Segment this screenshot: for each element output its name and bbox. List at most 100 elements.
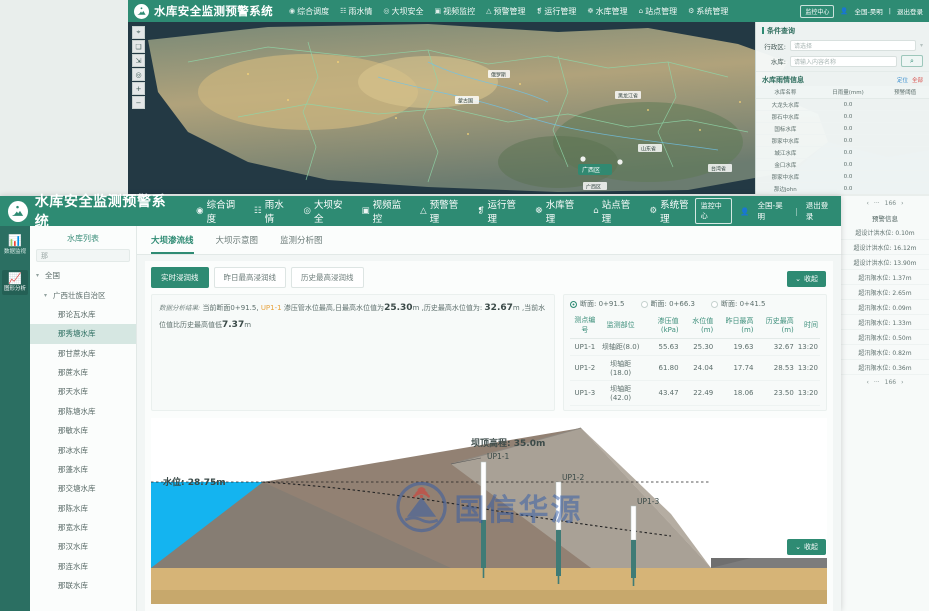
nav-item-zonghediaodu[interactable]: ◉ 综合调度 <box>196 197 241 225</box>
sidebar-item-data-monitor[interactable]: 📊 数据监视 <box>2 234 28 256</box>
bg-nav-item-7[interactable]: ⌂ 站点管理 <box>639 6 677 17</box>
table-row[interactable]: 那边john 0.0 <box>756 182 929 194</box>
list-item[interactable]: 超汛限水位: 0.36m <box>841 360 929 375</box>
dashboard-icon: ◉ <box>196 206 204 216</box>
section-radio-0[interactable]: 断面: 0+91.5 <box>570 299 625 309</box>
table-row[interactable]: UP1-3 坝轴距(42.0) 43.47 22.49 18.06 23.50 … <box>570 380 820 406</box>
pager-page[interactable]: 166 <box>885 200 896 207</box>
table-row[interactable]: UP1-2 坝轴距(18.0) 61.80 24.04 17.74 28.53 … <box>570 355 820 381</box>
mode-button-historical-max[interactable]: 历史最高浸润线 <box>291 267 364 288</box>
collapse-bottom-button[interactable]: ⌄ 收起 <box>787 539 826 555</box>
mode-button-yesterday-max[interactable]: 昨日最高浸润线 <box>213 267 286 288</box>
table-row[interactable]: 那家中水库 0.0 <box>756 170 929 183</box>
tree-node-reservoir[interactable]: 那交塘水库 <box>30 479 136 498</box>
chart-bar-icon: 📊 <box>8 234 22 247</box>
district-select[interactable]: 请选择 <box>790 40 916 51</box>
mode-button-realtime[interactable]: 实时浸润线 <box>151 267 209 288</box>
list-item[interactable]: 超汛限水位: 0.82m <box>841 345 929 360</box>
tree-node-reservoir[interactable]: 那陈水库 <box>30 499 136 518</box>
table-row[interactable]: 那石中水库 0.0 <box>756 110 929 123</box>
bg-nav-item-6[interactable]: ☸ 水库管理 <box>587 6 627 17</box>
list-item[interactable]: 超汛限水位: 2.65m <box>841 285 929 300</box>
list-item[interactable]: 超汛限水位: 0.50m <box>841 330 929 345</box>
alarm-pager-top[interactable]: ‹ ··· 166 › <box>841 196 929 210</box>
nav-label-8: 系统管理 <box>660 200 689 225</box>
tree-node-reservoir[interactable]: 那天水库 <box>30 382 136 401</box>
tree-node-reservoir[interactable]: 那论瓦水库 <box>30 305 136 324</box>
pager-next-icon[interactable]: › <box>901 379 903 386</box>
pager-prev-icon[interactable]: ‹ <box>867 200 869 207</box>
tree-node-reservoir-selected[interactable]: 那秀塘水库 <box>30 324 136 344</box>
table-row[interactable]: 金口水库 0.0 <box>756 158 929 171</box>
alarm-pager-bottom[interactable]: ‹ ··· 166 › <box>841 375 929 389</box>
tree-node-reservoir[interactable]: 那蓬水库 <box>30 460 136 479</box>
bg-nav-item-3[interactable]: ▣ 视频监控 <box>435 6 476 17</box>
bg-nav-item-8[interactable]: ⚙ 系统管理 <box>688 6 728 17</box>
pager-prev-icon[interactable]: ‹ <box>867 379 869 386</box>
tree-search-input[interactable]: 那 <box>36 249 130 262</box>
nav-item-shipinjiankong[interactable]: ▣ 视频监控 <box>362 197 408 225</box>
tab-dam-seepage-line[interactable]: 大坝渗流线 <box>151 234 194 254</box>
bg-nav-item-5[interactable]: ❡ 运行管理 <box>537 6 577 17</box>
map-toolbar[interactable]: ⌖ ❏ ⇲ ◎ + − <box>132 26 145 109</box>
monitor-center-button[interactable]: 监控中心 <box>694 198 733 224</box>
bg-monitor-center-button[interactable]: 监控中心 <box>800 4 835 18</box>
tree-node-reservoir[interactable]: 那敏水库 <box>30 421 136 440</box>
section-radio-2[interactable]: 断面: 0+41.5 <box>711 299 766 309</box>
reservoir-input[interactable]: 请输入内容名称 <box>790 55 897 67</box>
nav-item-yujingguanli[interactable]: △ 预警管理 <box>420 197 464 225</box>
bg-nav-item-0[interactable]: ◉ 综合调度 <box>289 6 329 17</box>
tree-node-reservoir[interactable]: 那联水库 <box>30 576 136 595</box>
map-zoom-in-button[interactable]: + <box>132 82 145 95</box>
sidebar-item-graph-analysis[interactable]: 📈 图形分析 <box>2 269 28 296</box>
tree-node-reservoir[interactable]: 那宽水库 <box>30 518 136 537</box>
nav-item-yunxingguanli[interactable]: ❡ 运行管理 <box>477 197 522 225</box>
search-icon[interactable]: ⌕ <box>901 55 923 67</box>
map-tool-locate-icon[interactable]: ◎ <box>132 68 145 81</box>
bg-nav-item-1[interactable]: ☷ 雨水情 <box>340 6 372 17</box>
bg-nav-item-4[interactable]: △ 预警管理 <box>486 6 525 17</box>
section-radio-group: 断面: 0+91.5 断面: 0+66.3 断面: 0+41.5 <box>570 299 820 309</box>
table-row[interactable]: 大龙头水库 0.0 <box>756 98 929 111</box>
map-tool-layers-icon[interactable]: ❏ <box>132 40 145 53</box>
table-row[interactable]: 城江水库 0.0 <box>756 146 929 159</box>
all-link[interactable]: 全部 <box>912 76 923 84</box>
list-item[interactable]: 超汛限水位: 0.09m <box>841 300 929 315</box>
cell-time: 13:20 <box>795 355 820 381</box>
tab-dam-schematic[interactable]: 大坝示意图 <box>216 234 259 254</box>
list-item[interactable]: 超汛限水位: 1.33m <box>841 315 929 330</box>
logout-button[interactable]: 退出登录 <box>806 200 833 222</box>
list-item[interactable]: 超设计洪水位: 16.12m <box>841 240 929 255</box>
tree-node-reservoir[interactable]: 那连水库 <box>30 557 136 576</box>
nav-item-shuikuguanli[interactable]: ☸ 水库管理 <box>535 197 580 225</box>
locate-link[interactable]: 定位 <box>897 76 908 84</box>
section-radio-1[interactable]: 断面: 0+66.3 <box>640 299 695 309</box>
table-row[interactable]: 国标水库 0.0 <box>756 122 929 135</box>
list-item[interactable]: 超设计洪水位: 13.90m <box>841 255 929 270</box>
bg-nav-item-2[interactable]: ◎ 大坝安全 <box>383 6 423 17</box>
collapse-top-button[interactable]: ⌄ 收起 <box>787 271 826 287</box>
map-tool-pointer-icon[interactable]: ⌖ <box>132 26 145 39</box>
nav-item-xitongguanli[interactable]: ⚙ 系统管理 <box>649 197 694 225</box>
table-row[interactable]: UP1-1 坝轴距(8.0) 55.63 25.30 19.63 32.67 1… <box>570 338 820 356</box>
tree-node-province[interactable]: ▾ 广西壮族自治区 <box>30 285 136 304</box>
map-tool-measure-icon[interactable]: ⇲ <box>132 54 145 67</box>
tree-node-reservoir[interactable]: 那汉水库 <box>30 537 136 556</box>
nav-item-dabaanquan[interactable]: ◎ 大坝安全 <box>304 197 349 225</box>
tab-monitoring-analysis[interactable]: 监测分析图 <box>280 234 323 254</box>
bg-logout-button[interactable]: 退出登录 <box>897 6 923 16</box>
nav-item-zhandianguanli[interactable]: ⌂ 站点管理 <box>593 197 636 225</box>
tree-node-reservoir[interactable]: 那冰水库 <box>30 440 136 459</box>
pager-page[interactable]: 166 <box>885 379 896 386</box>
nav-item-yushuiqing[interactable]: ☷ 雨水情 <box>254 197 290 225</box>
dam-cross-section-diagram[interactable]: 水位: 28.75m 坝顶高程: 35.0m UP1-1 UP1-2 UP1-3 <box>151 418 827 604</box>
tree-node-reservoir[interactable]: 那蔗水库 <box>30 363 136 382</box>
tree-node-country[interactable]: ▾ 全国 <box>30 266 136 285</box>
list-item[interactable]: 超汛限水位: 1.37m <box>841 270 929 285</box>
list-item[interactable]: 超设计洪水位: 0.10m <box>841 225 929 240</box>
pager-next-icon[interactable]: › <box>901 200 903 207</box>
table-row[interactable]: 那家中水库 0.0 <box>756 134 929 147</box>
tree-node-reservoir[interactable]: 那陈塘水库 <box>30 402 136 421</box>
tree-node-reservoir[interactable]: 那甘蔗水库 <box>30 344 136 363</box>
map-zoom-out-button[interactable]: − <box>132 96 145 109</box>
